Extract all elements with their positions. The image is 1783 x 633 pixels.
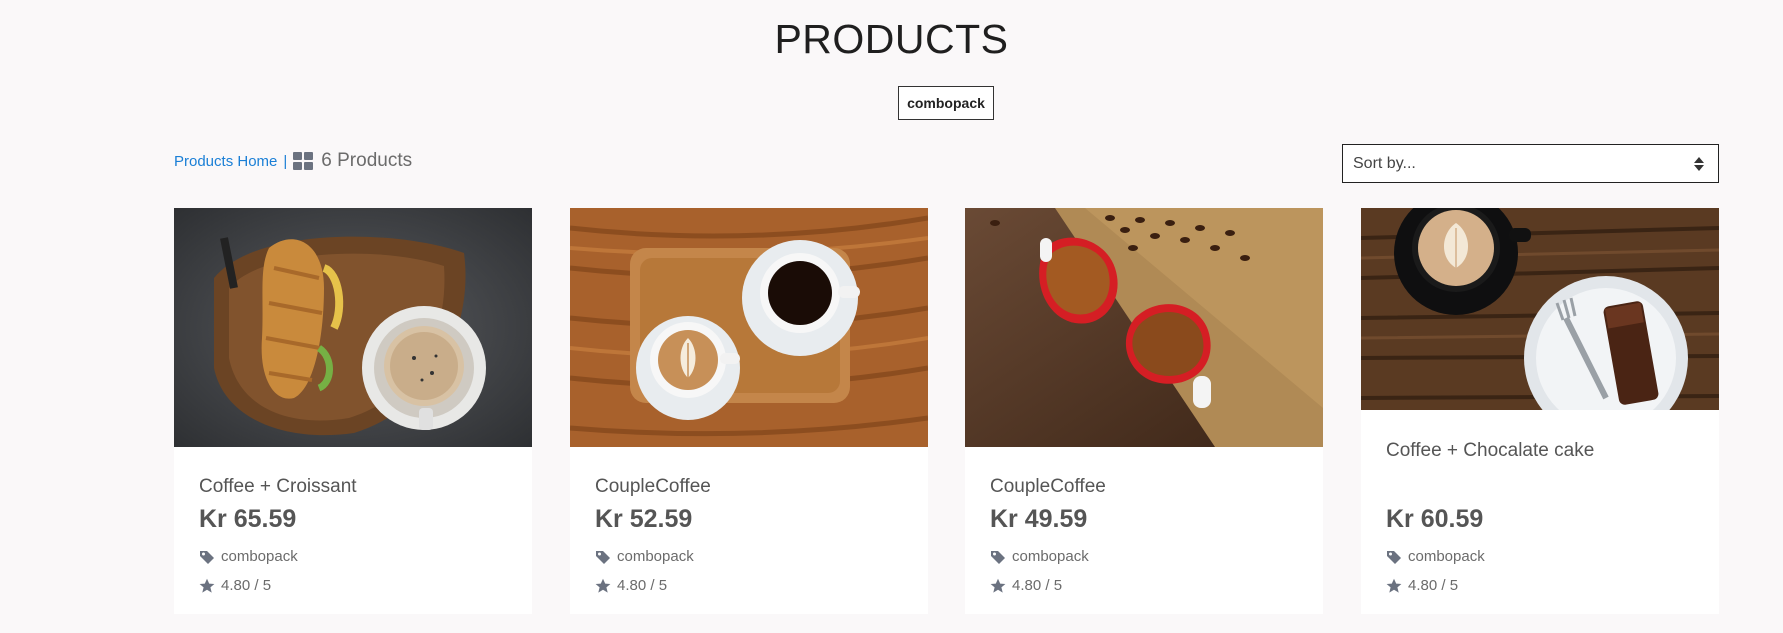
tag-icon (200, 550, 214, 564)
tag-filter-button[interactable]: combopack (898, 86, 994, 120)
star-icon (990, 578, 1006, 593)
product-tag-label: combopack (221, 548, 298, 565)
product-rating: 4.80 / 5 (595, 577, 667, 594)
product-tag[interactable]: combopack (595, 548, 694, 565)
product-rating-value: 4.80 / 5 (1408, 577, 1459, 594)
sort-select[interactable]: Sort by... (1342, 144, 1719, 183)
product-card[interactable]: Coffee + Croissant Kr 65.59 combopack 4.… (174, 208, 532, 614)
toolbar-separator: | (283, 152, 288, 170)
products-home-link[interactable]: Products Home (174, 153, 277, 170)
product-rating-value: 4.80 / 5 (617, 577, 668, 594)
product-price: Kr 65.59 (199, 505, 297, 533)
star-icon (199, 578, 215, 593)
product-rating-value: 4.80 / 5 (1012, 577, 1063, 594)
product-tag[interactable]: combopack (199, 548, 298, 565)
product-tag[interactable]: combopack (990, 548, 1089, 565)
product-card[interactable]: Coffee + Chocalate cake Kr 60.59 combopa… (1361, 208, 1719, 614)
product-tag[interactable]: combopack (1386, 548, 1485, 565)
product-name[interactable]: Coffee + Chocalate cake (1386, 440, 1594, 462)
grid-icon (293, 152, 314, 170)
latte-and-black-coffee-photo[interactable] (570, 208, 928, 447)
croissant-and-coffee-photo[interactable] (174, 208, 532, 447)
product-rating: 4.80 / 5 (990, 577, 1062, 594)
product-card[interactable]: CoupleCoffee Kr 49.59 combopack 4.80 / 5 (965, 208, 1323, 614)
star-icon (595, 578, 611, 593)
products-toolbar: Products Home | 6 Products (174, 150, 412, 172)
sort-select-value: Sort by... (1353, 154, 1416, 172)
product-tag-label: combopack (617, 548, 694, 565)
product-tag-label: combopack (1012, 548, 1089, 565)
heart-cups-coffee-photo[interactable] (965, 208, 1323, 447)
product-rating: 4.80 / 5 (1386, 577, 1458, 594)
product-card[interactable]: CoupleCoffee Kr 52.59 combopack 4.80 / 5 (570, 208, 928, 614)
product-price: Kr 52.59 (595, 505, 693, 533)
product-tag-label: combopack (1408, 548, 1485, 565)
tag-icon (596, 550, 610, 564)
product-rating: 4.80 / 5 (199, 577, 271, 594)
star-icon (1386, 578, 1402, 593)
product-count: 6 Products (321, 150, 413, 171)
product-name[interactable]: CoupleCoffee (990, 476, 1106, 498)
product-price: Kr 60.59 (1386, 505, 1484, 533)
product-rating-value: 4.80 / 5 (221, 577, 272, 594)
page-title: PRODUCTS (774, 16, 1009, 62)
product-name[interactable]: CoupleCoffee (595, 476, 711, 498)
sort-arrows-icon (1694, 156, 1704, 171)
coffee-and-cake-photo[interactable] (1361, 208, 1719, 410)
product-price: Kr 49.59 (990, 505, 1088, 533)
tag-icon (1387, 550, 1401, 564)
tag-icon (991, 550, 1005, 564)
product-name[interactable]: Coffee + Croissant (199, 476, 357, 498)
